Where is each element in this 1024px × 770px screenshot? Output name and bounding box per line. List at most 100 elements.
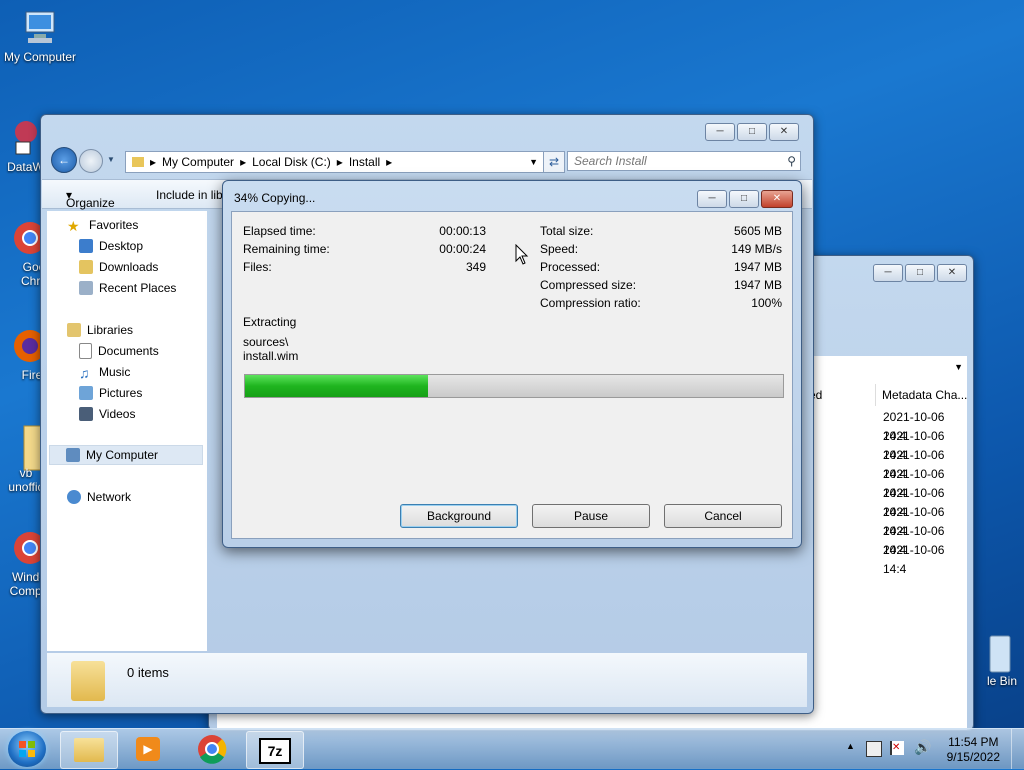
- compression-ratio-value: 100%: [751, 296, 782, 310]
- volume-icon[interactable]: 🔊: [914, 739, 931, 756]
- forward-button[interactable]: [79, 149, 103, 173]
- total-size-value: 5605 MB: [733, 224, 782, 238]
- taskbar: ▶ 7z ▲ ✕ 🔊 11:54 PM 9/15/2022: [0, 728, 1024, 769]
- speed-label: Speed:: [540, 242, 579, 256]
- nav-documents[interactable]: Documents: [79, 341, 159, 361]
- organize-button[interactable]: Organize ▾: [66, 188, 115, 210]
- speed-value: 149 MB/s: [731, 242, 782, 256]
- action-center-flag-icon[interactable]: ✕: [890, 741, 904, 755]
- minimize-button[interactable]: ─: [873, 264, 903, 282]
- nav-favorites[interactable]: ★ Favorites: [67, 215, 138, 235]
- show-desktop-button[interactable]: [1011, 729, 1024, 769]
- nav-recent-places[interactable]: Recent Places: [79, 278, 176, 298]
- minimize-button[interactable]: ─: [697, 190, 727, 208]
- search-icon: ⚲: [787, 154, 796, 168]
- media-player-icon: ▶: [136, 737, 160, 761]
- close-button[interactable]: ✕: [937, 264, 967, 282]
- remaining-time-label: Remaining time:: [243, 242, 330, 256]
- address-dropdown-arrow[interactable]: ▼: [954, 362, 963, 372]
- nav-libraries[interactable]: Libraries: [67, 320, 133, 340]
- computer-icon: [20, 8, 60, 48]
- elapsed-time-label: Elapsed time:: [243, 224, 316, 238]
- nav-desktop[interactable]: Desktop: [79, 236, 143, 256]
- folder-icon: [74, 738, 104, 762]
- datawa-icon: [4, 118, 44, 158]
- start-button[interactable]: [8, 731, 46, 767]
- copy-progress-dialog[interactable]: 34% Copying... ─ □ ✕ Elapsed time: 00:00…: [222, 180, 802, 548]
- breadcrumb-install[interactable]: Install: [349, 155, 380, 169]
- chrome-icon: [4, 528, 46, 568]
- taskbar-media-player[interactable]: ▶: [120, 731, 176, 767]
- downloads-icon: [79, 260, 93, 274]
- maximize-button[interactable]: □: [905, 264, 935, 282]
- firefox-icon: [4, 326, 46, 366]
- windows-logo-icon: [19, 741, 35, 757]
- dialog-title: 34% Copying...: [234, 191, 316, 205]
- compressed-size-label: Compressed size:: [540, 278, 637, 292]
- mouse-cursor-icon: [515, 244, 529, 265]
- nav-videos[interactable]: Videos: [79, 404, 135, 424]
- compressed-size-value: 1947 MB: [733, 278, 782, 292]
- recent-pages-dropdown[interactable]: ▼: [107, 155, 115, 164]
- taskbar-chrome[interactable]: [184, 731, 240, 767]
- breadcrumb-my-computer[interactable]: My Computer: [162, 155, 234, 169]
- pause-button[interactable]: Pause: [532, 504, 650, 528]
- clock[interactable]: 11:54 PM 9/15/2022: [947, 735, 1000, 765]
- search-input[interactable]: Search Install ⚲: [567, 151, 801, 171]
- files-value: 349: [465, 260, 486, 274]
- background-button[interactable]: Background: [400, 504, 518, 528]
- maximize-button[interactable]: □: [737, 123, 767, 141]
- back-button[interactable]: ←: [51, 147, 77, 173]
- taskbar-7zip[interactable]: 7z: [246, 731, 304, 769]
- item-count: 0 items: [127, 665, 169, 680]
- action-label: Extracting: [243, 315, 297, 329]
- breadcrumb-local-disk[interactable]: Local Disk (C:): [252, 155, 331, 169]
- desktop-icon-my-computer[interactable]: My Computer: [0, 8, 80, 64]
- cancel-button[interactable]: Cancel: [664, 504, 782, 528]
- nav-downloads[interactable]: Downloads: [79, 257, 158, 277]
- navigation-pane: ★ Favorites Desktop Downloads Recent Plac…: [47, 211, 207, 651]
- pictures-icon: [79, 386, 93, 400]
- metadata-cell: 2021-10-06 14:4: [883, 410, 945, 443]
- nav-pictures[interactable]: Pictures: [79, 383, 142, 403]
- clock-date: 9/15/2022: [946, 750, 1000, 764]
- refresh-button[interactable]: ⇄: [543, 151, 565, 173]
- metadata-cell: 2021-10-06 14:4: [883, 543, 945, 576]
- chrome-icon: [4, 218, 46, 258]
- desktop-icon: [79, 239, 93, 253]
- metadata-cell: 2021-10-06 14:4: [883, 486, 945, 519]
- address-dropdown-icon[interactable]: ▼: [529, 157, 538, 167]
- nav-my-computer[interactable]: My Computer: [49, 445, 203, 465]
- address-bar[interactable]: ▸ My Computer ▸ Local Disk (C:) ▸ Instal…: [125, 151, 545, 173]
- processed-value: 1947 MB: [733, 260, 782, 274]
- recycle-bin-icon: [972, 632, 1012, 673]
- recent-places-icon: [79, 281, 93, 295]
- computer-icon: [66, 448, 80, 462]
- nav-music[interactable]: ♫ Music: [79, 362, 130, 382]
- clock-time: 11:54 PM: [948, 735, 999, 749]
- close-button[interactable]: ✕: [769, 123, 799, 141]
- metadata-cell: 2021-10-06 14:4: [883, 429, 945, 462]
- network-icon: [67, 490, 81, 504]
- elapsed-time-value: 00:00:13: [439, 224, 486, 238]
- chrome-icon: [198, 735, 227, 764]
- remaining-time-value: 00:00:24: [439, 242, 486, 256]
- taskbar-explorer[interactable]: [60, 731, 118, 769]
- metadata-cell: 2021-10-06 14:4: [883, 448, 945, 481]
- include-in-library-button[interactable]: Include in lib: [156, 188, 223, 202]
- maximize-button[interactable]: □: [729, 190, 759, 208]
- dialog-body: Elapsed time: 00:00:13 Remaining time: 0…: [231, 211, 793, 539]
- current-path-file: install.wim: [243, 349, 299, 363]
- progress-bar: [244, 374, 784, 398]
- metadata-cell: 2021-10-06 14:4: [883, 524, 945, 557]
- minimize-button[interactable]: ─: [705, 123, 735, 141]
- network-tray-icon[interactable]: [866, 741, 882, 757]
- documents-icon: [79, 343, 92, 359]
- folder-icon: [71, 661, 105, 701]
- column-header-metadata[interactable]: Metadata Cha...: [875, 384, 978, 406]
- show-hidden-icons-button[interactable]: ▲: [846, 741, 855, 751]
- desktop-icon-label: My Computer: [3, 50, 77, 64]
- nav-network[interactable]: Network: [67, 487, 131, 507]
- processed-label: Processed:: [540, 260, 601, 274]
- close-button[interactable]: ✕: [761, 190, 793, 208]
